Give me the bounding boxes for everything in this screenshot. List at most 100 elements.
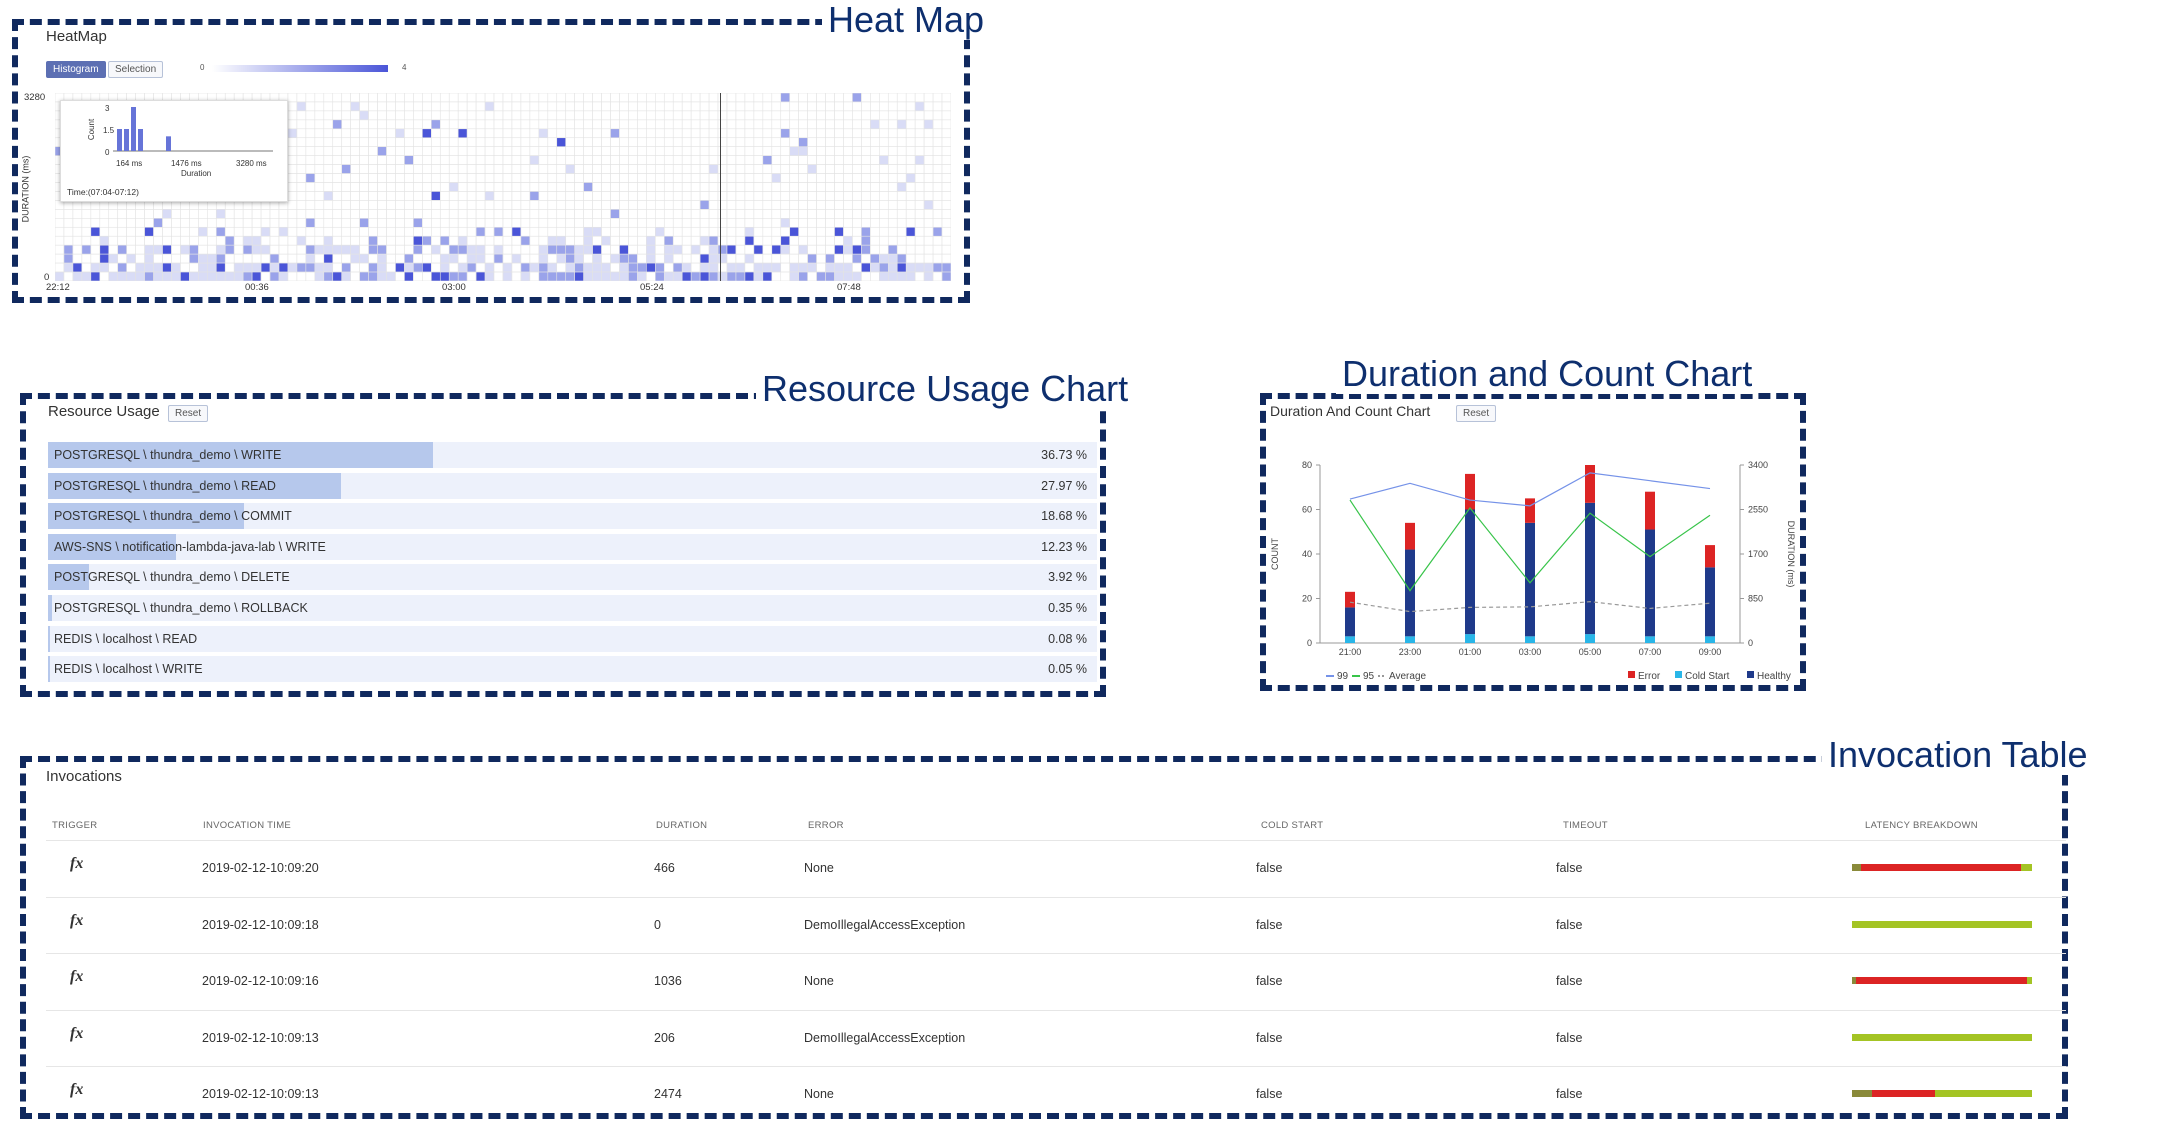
heatmap-cell[interactable] [153,235,163,246]
heatmap-cell[interactable] [368,173,378,183]
heatmap-cell[interactable] [457,128,468,139]
heatmap-cell[interactable] [780,137,791,148]
heatmap-cell[interactable] [887,271,898,281]
heatmap-cell[interactable] [377,155,387,165]
heatmap-cell[interactable] [475,226,486,237]
heatmap-cell[interactable] [287,128,298,139]
heatmap-cell[interactable] [117,235,127,246]
heatmap-cell[interactable] [771,93,782,103]
latency-breakdown-bar[interactable] [1852,864,2032,871]
heatmap-cell[interactable] [816,173,826,183]
heatmap-cell[interactable] [914,235,925,246]
heatmap-cell[interactable] [207,271,217,281]
heatmap-cell[interactable] [386,110,396,121]
heatmap-cell[interactable] [520,128,531,139]
heatmap-cell[interactable] [941,244,951,255]
heatmap-cell[interactable] [663,182,674,192]
heatmap-cell[interactable] [896,226,907,237]
heatmap-cell[interactable] [287,262,298,273]
heatmap-cell[interactable] [359,128,369,139]
heatmap-cell[interactable] [610,253,620,264]
heatmap-cell[interactable] [466,209,477,219]
heatmap-cell[interactable] [843,155,853,165]
heatmap-cell[interactable] [413,209,423,219]
heatmap-cell[interactable] [538,137,549,148]
heatmap-cell[interactable] [771,253,782,264]
heatmap-cell[interactable] [475,164,486,174]
heatmap-cell[interactable] [350,191,360,201]
heatmap-cell[interactable] [789,253,799,264]
heatmap-cell[interactable] [852,164,862,174]
heatmap-cell[interactable] [422,173,432,183]
heatmap-cell[interactable] [323,155,334,165]
heatmap-cell[interactable] [941,200,951,210]
heatmap-cell[interactable] [861,200,871,210]
heatmap-cell[interactable] [816,182,826,192]
heatmap-cell[interactable] [386,235,396,246]
heatmap-cell[interactable] [242,262,253,273]
heatmap-cell[interactable] [699,244,710,255]
heatmap-cell[interactable] [565,101,575,112]
heatmap-cell[interactable] [314,173,325,183]
heatmap-cell[interactable] [475,110,486,121]
heatmap-cell[interactable] [413,164,423,174]
heatmap-cell[interactable] [726,155,737,165]
heatmap-cell[interactable] [269,226,280,237]
heatmap-cell[interactable] [583,226,593,237]
heatmap-cell[interactable] [861,173,871,183]
heatmap-cell[interactable] [484,137,495,148]
heatmap-cell[interactable] [278,262,289,273]
heatmap-cell[interactable] [368,235,378,246]
heatmap-cell[interactable] [879,119,889,130]
heatmap-cell[interactable] [260,271,271,281]
heatmap-cell[interactable] [260,244,271,255]
heatmap-cell[interactable] [843,271,853,281]
heatmap-cell[interactable] [663,218,674,228]
heatmap-cell[interactable] [144,235,154,246]
heatmap-cell[interactable] [619,146,629,156]
heatmap-cell[interactable] [870,137,880,148]
heatmap-cell[interactable] [807,146,817,156]
heatmap-cell[interactable] [610,262,620,273]
heatmap-cell[interactable] [547,271,558,281]
heatmap-cell[interactable] [260,209,271,219]
heatmap-cell[interactable] [547,244,558,255]
heatmap-cell[interactable] [171,244,181,255]
heatmap-cell[interactable] [529,93,540,103]
heatmap-cell[interactable] [215,271,226,281]
heatmap-cell[interactable] [529,137,540,148]
heatmap-cell[interactable] [852,173,862,183]
heatmap-cell[interactable] [681,226,692,237]
heatmap-cell[interactable] [368,164,378,174]
heatmap-cell[interactable] [475,209,486,219]
heatmap-cell[interactable] [726,119,737,130]
heatmap-cell[interactable] [744,93,755,103]
heatmap-cell[interactable] [708,155,719,165]
heatmap-cell[interactable] [287,146,298,156]
heatmap-cell[interactable] [422,209,432,219]
heatmap-cell[interactable] [592,101,602,112]
heatmap-cell[interactable] [914,226,925,237]
heatmap-cell[interactable] [690,253,701,264]
heatmap-cell[interactable] [386,137,396,148]
heatmap-cell[interactable] [377,128,387,139]
heatmap-cell[interactable] [771,235,782,246]
heatmap-cell[interactable] [529,244,540,255]
heatmap-cell[interactable] [377,253,387,264]
heatmap-cell[interactable] [708,191,719,201]
heatmap-cell[interactable] [583,101,593,112]
heatmap-cell[interactable] [852,244,862,255]
heatmap-cell[interactable] [780,209,791,219]
heatmap-cell[interactable] [744,173,755,183]
heatmap-cell[interactable] [439,218,450,228]
heatmap-cell[interactable] [341,262,351,273]
heatmap-cell[interactable] [242,271,253,281]
heatmap-cell[interactable] [583,244,593,255]
heatmap-cell[interactable] [914,218,925,228]
heatmap-cell[interactable] [63,253,74,264]
heatmap-cell[interactable] [547,146,558,156]
heatmap-cell[interactable] [493,200,504,210]
heatmap-cell[interactable] [753,119,764,130]
heatmap-cell[interactable] [422,182,432,192]
heatmap-cell[interactable] [816,146,826,156]
